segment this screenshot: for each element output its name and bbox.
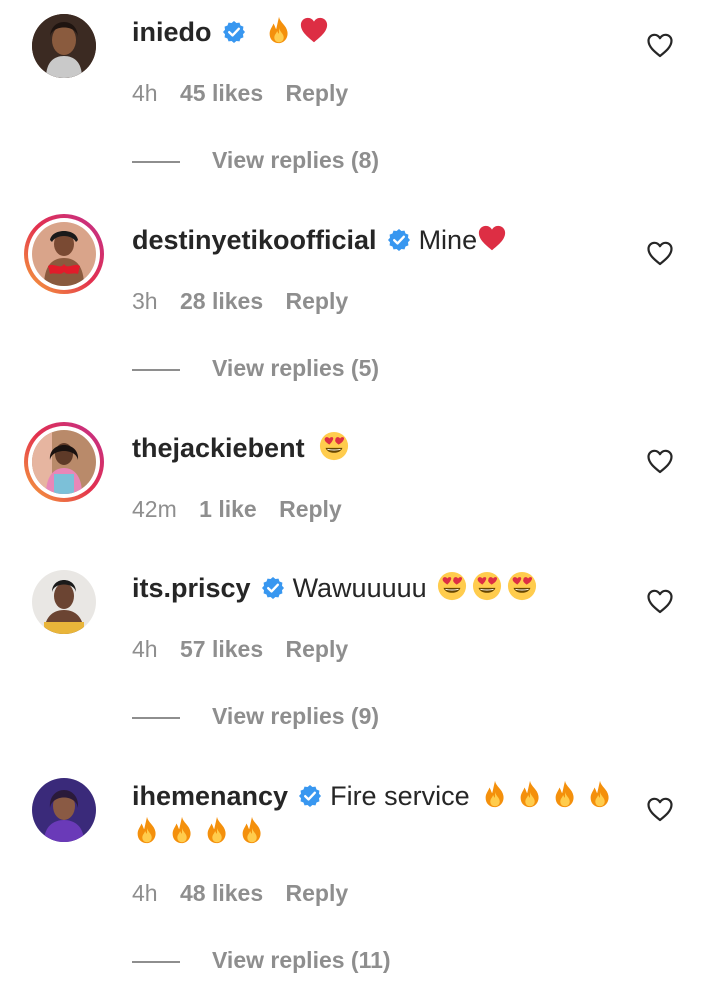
fire-emoji — [480, 779, 510, 809]
fire-emoji — [202, 815, 232, 845]
avatar — [32, 430, 96, 494]
verified-badge-icon — [222, 20, 246, 44]
view-replies-button[interactable]: View replies (11) — [132, 945, 391, 975]
comment-time: 4h — [132, 80, 158, 106]
fire-emoji — [585, 779, 615, 809]
view-replies-label: View replies (5) — [212, 355, 380, 381]
divider — [132, 368, 180, 371]
heart-eyes-emoji — [472, 571, 502, 601]
like-heart-icon[interactable] — [646, 796, 674, 822]
comment-text-line: iniedo — [132, 14, 640, 50]
comment-text: Wawuuuuu — [292, 573, 427, 603]
comment-time: 4h — [132, 880, 158, 906]
avatar[interactable] — [32, 14, 96, 78]
fire-emoji — [515, 779, 545, 809]
reply-button[interactable]: Reply — [286, 636, 349, 662]
divider — [132, 160, 180, 163]
fire-emoji — [132, 815, 162, 845]
heart-eyes-emoji — [437, 571, 467, 601]
fire-emoji — [264, 15, 294, 45]
reply-button[interactable]: Reply — [286, 80, 349, 106]
like-count[interactable]: 45 likes — [180, 80, 263, 106]
username[interactable]: destinyetikoofficial — [132, 225, 377, 255]
comment-time: 3h — [132, 288, 158, 314]
avatar[interactable] — [32, 778, 96, 842]
username[interactable]: its.priscy — [132, 573, 251, 603]
username[interactable]: ihemenancy — [132, 781, 288, 811]
heart-eyes-emoji — [507, 571, 537, 601]
reply-button[interactable]: Reply — [286, 880, 349, 906]
view-replies-label: View replies (8) — [212, 147, 380, 173]
verified-badge-icon — [261, 576, 285, 600]
verified-badge-icon — [387, 228, 411, 252]
red-heart-emoji — [299, 15, 329, 45]
comment-text-line: its.priscy Wawuuuuu — [132, 570, 640, 606]
comment-time: 42m — [132, 496, 177, 522]
avatar[interactable] — [32, 570, 96, 634]
fire-emoji — [550, 779, 580, 809]
red-heart-emoji — [477, 223, 507, 253]
verified-badge-icon — [298, 784, 322, 808]
comment-meta: 42m 1 like Reply — [132, 494, 358, 524]
fire-emoji — [167, 815, 197, 845]
divider — [132, 716, 180, 719]
reply-button[interactable]: Reply — [279, 496, 342, 522]
like-heart-icon[interactable] — [646, 448, 674, 474]
comment-text: Fire service — [330, 781, 470, 811]
view-replies-button[interactable]: View replies (8) — [132, 145, 379, 175]
comment-text-line: destinyetikoofficial Mine — [132, 222, 640, 258]
username[interactable]: iniedo — [132, 17, 212, 47]
comment-text: Mine — [418, 225, 478, 255]
avatar — [32, 222, 96, 286]
divider — [132, 960, 180, 963]
like-heart-icon[interactable] — [646, 240, 674, 266]
avatar-story-ring[interactable] — [24, 422, 104, 502]
like-count[interactable]: 48 likes — [180, 880, 263, 906]
view-replies-label: View replies (9) — [212, 703, 380, 729]
comment-time: 4h — [132, 636, 158, 662]
comment-text-line: ihemenancy Fire service — [132, 778, 640, 850]
fire-emoji — [237, 815, 267, 845]
avatar-story-ring[interactable] — [24, 214, 104, 294]
view-replies-button[interactable]: View replies (5) — [132, 353, 379, 383]
heart-eyes-emoji — [319, 431, 349, 461]
view-replies-label: View replies (11) — [212, 947, 391, 973]
comment-meta: 4h 48 likes Reply — [132, 878, 364, 908]
like-count[interactable]: 28 likes — [180, 288, 263, 314]
like-heart-icon[interactable] — [646, 32, 674, 58]
view-replies-button[interactable]: View replies (9) — [132, 701, 379, 731]
comment-meta: 4h 57 likes Reply — [132, 634, 364, 664]
like-count[interactable]: 1 like — [199, 496, 257, 522]
reply-button[interactable]: Reply — [286, 288, 349, 314]
like-heart-icon[interactable] — [646, 588, 674, 614]
like-count[interactable]: 57 likes — [180, 636, 263, 662]
comment-meta: 4h 45 likes Reply — [132, 78, 364, 108]
comment-meta: 3h 28 likes Reply — [132, 286, 364, 316]
comment-text-line: thejackiebent — [132, 430, 640, 466]
username[interactable]: thejackiebent — [132, 433, 305, 463]
